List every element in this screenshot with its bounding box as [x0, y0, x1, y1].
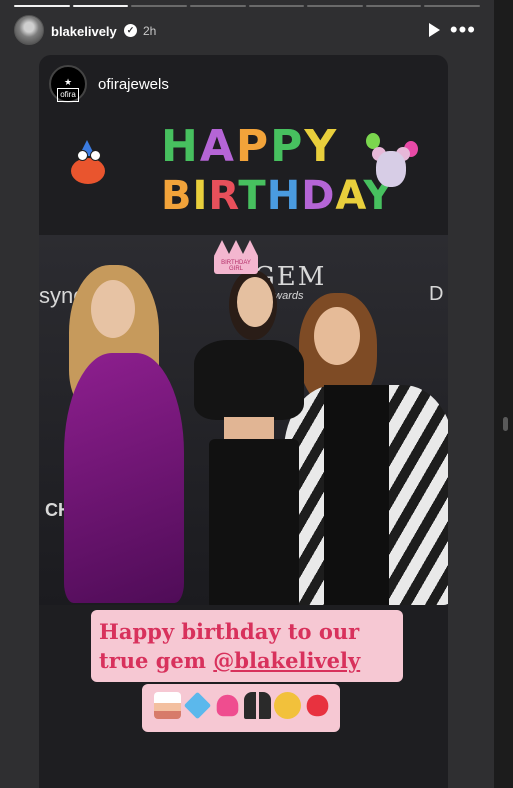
shared-account-name[interactable]: ofirajewels — [98, 76, 169, 93]
progress-segment — [131, 5, 187, 7]
heart-icon — [216, 694, 239, 717]
mouse-sticker-icon — [366, 133, 418, 193]
black-skirt — [209, 439, 299, 605]
purple-dress — [64, 353, 184, 603]
dancers-icon — [244, 692, 271, 719]
crab-sticker-icon — [63, 140, 115, 192]
progress-segment — [307, 5, 363, 7]
person-right-face — [314, 307, 360, 365]
caption-line-1: Happy birthday to our — [99, 619, 360, 644]
story-viewer[interactable]: blakelively ✓ 2h ••• ★ ofira ofirajewels… — [0, 0, 494, 788]
caption-prefix: true gem — [99, 648, 214, 673]
progress-segment — [365, 5, 422, 7]
crown-text: BIRTHDAY GIRL — [221, 260, 251, 272]
black-top — [324, 385, 389, 605]
cake-icon — [154, 692, 181, 719]
progress-segment — [14, 5, 70, 7]
caption-sticker: Happy birthday to our true gem @blakeliv… — [91, 610, 403, 682]
more-icon[interactable]: ••• — [450, 15, 476, 45]
shared-post-card[interactable]: ★ ofira ofirajewels HAPPY BIRTHDAY synch… — [39, 55, 448, 788]
progress-segment — [248, 5, 305, 7]
progress-segment — [424, 5, 480, 7]
caption-line-2: true gem @blakelively — [99, 646, 403, 675]
story-progress-bar — [14, 5, 480, 7]
birthday-banner: HAPPY BIRTHDAY — [39, 95, 448, 235]
event-photo: synchr GEM Awards D CH BIRTHDAY GIRL — [39, 235, 448, 605]
progress-segment — [189, 5, 246, 7]
star-icon: ★ — [63, 77, 73, 87]
emoji-sticker — [142, 684, 340, 732]
story-header: blakelively ✓ 2h ••• — [14, 15, 480, 47]
balloon-icon — [306, 694, 329, 717]
happy-text: HAPPY — [161, 121, 339, 172]
backdrop-brand: D — [429, 283, 444, 305]
person-center-face — [237, 277, 273, 327]
crown-sticker-icon: BIRTHDAY GIRL — [214, 240, 258, 276]
birthday-text: BIRTHDAY — [161, 173, 394, 219]
black-crop-top — [194, 340, 304, 420]
avatar[interactable] — [14, 15, 44, 45]
post-time: 2h — [143, 24, 157, 38]
scroll-handle[interactable] — [503, 417, 508, 431]
username[interactable]: blakelively — [51, 24, 117, 39]
progress-segment — [72, 5, 129, 7]
gem-icon — [183, 691, 212, 720]
right-panel — [494, 0, 513, 788]
party-face-icon — [274, 692, 301, 719]
play-icon[interactable] — [429, 23, 440, 37]
person-left-face — [91, 280, 135, 338]
midriff — [224, 417, 274, 439]
verified-badge-icon: ✓ — [124, 24, 137, 37]
mention-link[interactable]: @blakelively — [213, 648, 360, 673]
